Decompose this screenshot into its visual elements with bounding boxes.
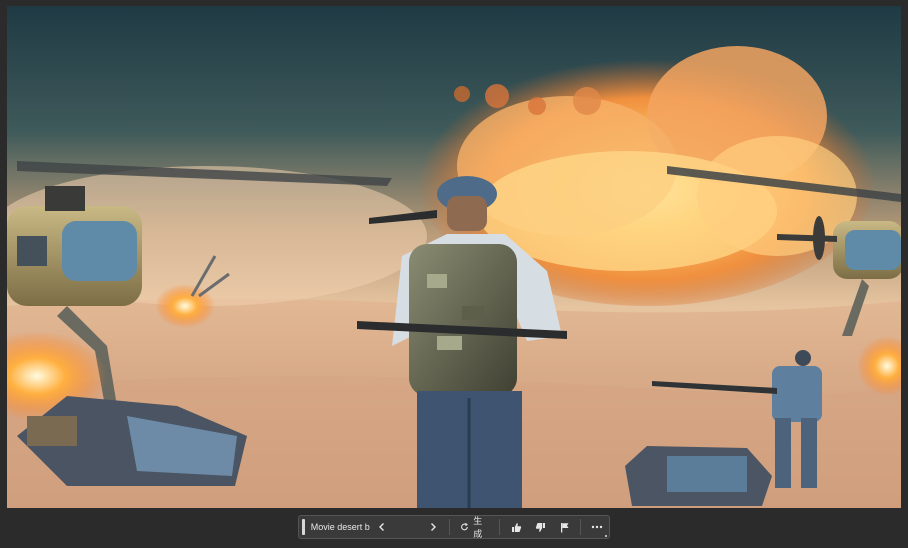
thumbs-up-icon: [511, 522, 521, 532]
desert-battle-scene: [7, 6, 901, 508]
toolbar-handle[interactable]: [302, 519, 305, 535]
generated-image[interactable]: [7, 6, 901, 508]
flag-icon: [560, 522, 569, 532]
generate-button[interactable]: 生成: [454, 516, 495, 539]
toolbar-divider: [580, 519, 582, 535]
toolbar-divider: [499, 519, 501, 535]
right-wreckage: [625, 446, 772, 506]
image-toolbar: Movie desert battle 生成: [298, 515, 610, 539]
more-horizontal-icon: [591, 525, 603, 529]
dislike-button[interactable]: [528, 518, 552, 536]
more-button[interactable]: [585, 518, 609, 536]
resize-corner: [605, 535, 607, 537]
refresh-icon: [461, 522, 469, 531]
app-window: Movie desert battle 生成: [0, 0, 908, 548]
chevron-right-icon: [431, 523, 437, 531]
chevron-left-icon: [379, 523, 385, 531]
like-button[interactable]: [504, 518, 528, 536]
prompt-text[interactable]: Movie desert battle: [311, 522, 371, 532]
previous-button[interactable]: [370, 518, 394, 536]
generate-label: 生成: [473, 516, 483, 539]
flag-button[interactable]: [552, 518, 576, 536]
toolbar-divider: [449, 519, 451, 535]
thumbs-down-icon: [535, 522, 545, 532]
next-button[interactable]: [421, 518, 445, 536]
